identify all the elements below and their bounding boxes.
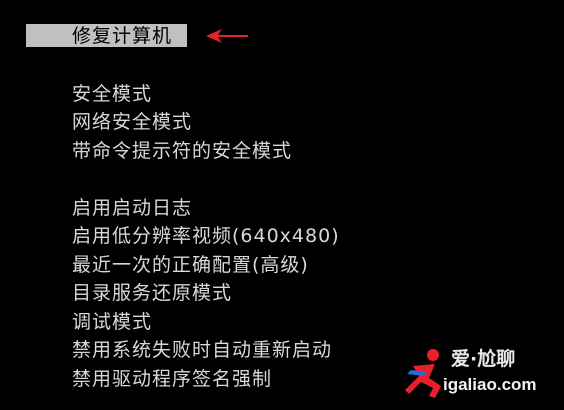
menu-item-disable-auto-restart[interactable]: 禁用系统失败时自动重新启动 [72, 336, 332, 364]
menu-item-repair-computer[interactable]: 修复计算机 [72, 22, 172, 50]
watermark-logo: 爱·尬聊 igaliao.com [405, 346, 560, 404]
menu-item-directory-services-restore[interactable]: 目录服务还原模式 [72, 279, 232, 307]
menu-item-safe-mode-command-prompt[interactable]: 带命令提示符的安全模式 [72, 137, 292, 165]
menu-item-boot-logging[interactable]: 启用启动日志 [72, 194, 192, 222]
menu-item-debugging-mode[interactable]: 调试模式 [72, 308, 152, 336]
advanced-boot-options-screen: 修复计算机 安全模式 网络安全模式 带命令提示符的安全模式 启用启动日志 启用低… [0, 0, 564, 410]
watermark-brand: 爱·尬聊 [451, 348, 516, 370]
menu-item-safe-mode[interactable]: 安全模式 [72, 80, 152, 108]
menu-item-last-known-good-configuration[interactable]: 最近一次的正确配置(高级) [72, 251, 309, 279]
menu-item-disable-driver-signature[interactable]: 禁用驱动程序签名强制 [72, 365, 272, 393]
watermark-url: igaliao.com [443, 375, 537, 394]
left-arrow-icon [206, 29, 248, 43]
menu-item-safe-mode-networking[interactable]: 网络安全模式 [72, 108, 192, 136]
menu-item-low-resolution-video[interactable]: 启用低分辨率视频(640x480) [72, 222, 340, 250]
